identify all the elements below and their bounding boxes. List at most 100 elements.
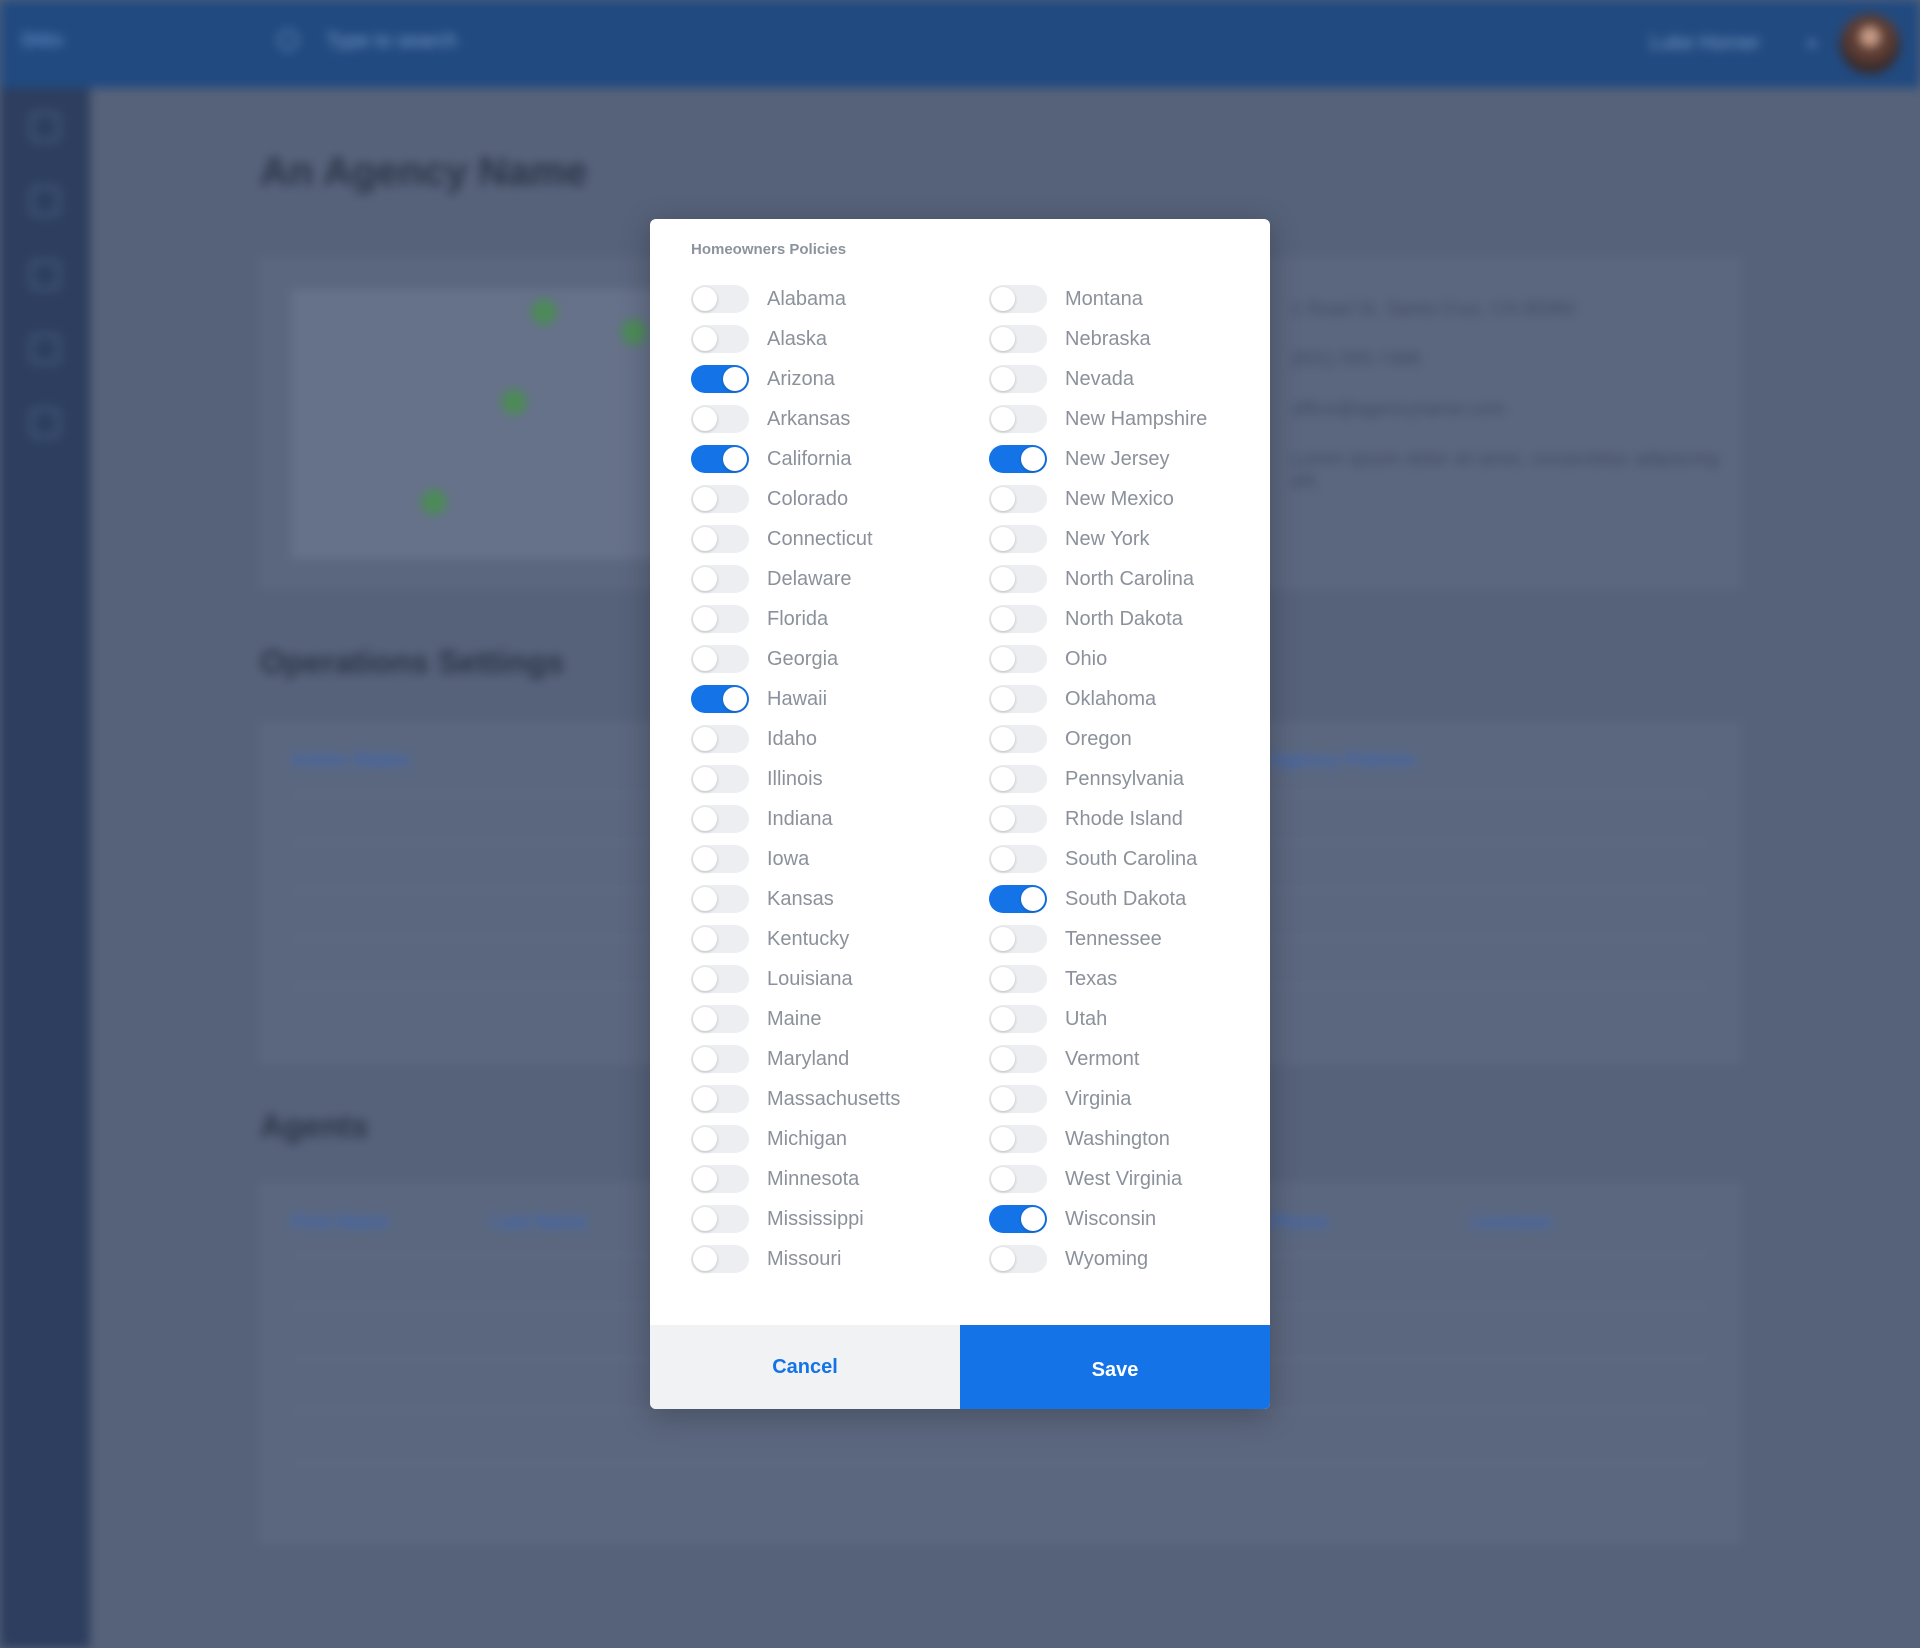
toggle-knob [991, 767, 1015, 791]
toggle-knob [693, 847, 717, 871]
toggle-idaho[interactable] [691, 725, 749, 753]
state-label: Wisconsin [1065, 1207, 1157, 1230]
cancel-button[interactable]: Cancel [650, 1325, 960, 1409]
toggle-virginia[interactable] [989, 1085, 1047, 1113]
state-label: Washington [1065, 1127, 1170, 1150]
state-label: Nebraska [1065, 327, 1151, 350]
toggle-alaska[interactable] [691, 325, 749, 353]
state-label: New Mexico [1065, 487, 1174, 510]
toggle-connecticut[interactable] [691, 525, 749, 553]
toggle-tennessee[interactable] [989, 925, 1047, 953]
toggle-california[interactable] [691, 445, 749, 473]
toggle-kentucky[interactable] [691, 925, 749, 953]
toggle-maryland[interactable] [691, 1045, 749, 1073]
toggle-utah[interactable] [989, 1005, 1047, 1033]
toggle-knob [693, 727, 717, 751]
toggle-oklahoma[interactable] [989, 685, 1047, 713]
toggle-nebraska[interactable] [989, 325, 1047, 353]
toggle-south-carolina[interactable] [989, 845, 1047, 873]
toggle-knob [693, 1087, 717, 1111]
toggle-south-dakota[interactable] [989, 885, 1047, 913]
toggle-knob [693, 927, 717, 951]
toggle-north-carolina[interactable] [989, 565, 1047, 593]
toggle-kansas[interactable] [691, 885, 749, 913]
toggle-knob [991, 1087, 1015, 1111]
toggle-delaware[interactable] [691, 565, 749, 593]
toggle-new-jersey[interactable] [989, 445, 1047, 473]
state-row-montana: Montana [989, 279, 1207, 319]
toggle-knob [991, 607, 1015, 631]
state-row-new-mexico: New Mexico [989, 479, 1207, 519]
state-row-west-virginia: West Virginia [989, 1159, 1207, 1199]
toggle-georgia[interactable] [691, 645, 749, 673]
state-label: Oregon [1065, 727, 1132, 750]
toggle-mississippi[interactable] [691, 1205, 749, 1233]
toggle-minnesota[interactable] [691, 1165, 749, 1193]
toggle-hawaii[interactable] [691, 685, 749, 713]
toggle-illinois[interactable] [691, 765, 749, 793]
state-row-new-hampshire: New Hampshire [989, 399, 1207, 439]
toggle-pennsylvania[interactable] [989, 765, 1047, 793]
state-label: Indiana [767, 807, 833, 830]
state-row-mississippi: Mississippi [691, 1199, 900, 1239]
toggle-arizona[interactable] [691, 365, 749, 393]
toggle-knob [693, 567, 717, 591]
homeowners-policies-modal: Homeowners Policies Alabama Alaska Arizona… [650, 219, 1270, 1409]
toggle-rhode-island[interactable] [989, 805, 1047, 833]
toggle-louisiana[interactable] [691, 965, 749, 993]
toggle-new-mexico[interactable] [989, 485, 1047, 513]
toggle-oregon[interactable] [989, 725, 1047, 753]
toggle-maine[interactable] [691, 1005, 749, 1033]
state-row-connecticut: Connecticut [691, 519, 900, 559]
toggle-missouri[interactable] [691, 1245, 749, 1273]
toggle-knob [693, 1007, 717, 1031]
state-row-new-york: New York [989, 519, 1207, 559]
toggle-wisconsin[interactable] [989, 1205, 1047, 1233]
toggle-alabama[interactable] [691, 285, 749, 313]
state-row-colorado: Colorado [691, 479, 900, 519]
toggle-michigan[interactable] [691, 1125, 749, 1153]
toggle-new-hampshire[interactable] [989, 405, 1047, 433]
state-row-arizona: Arizona [691, 359, 900, 399]
modal-overlay: Homeowners Policies Alabama Alaska Arizona… [0, 0, 1920, 1648]
toggle-nevada[interactable] [989, 365, 1047, 393]
toggle-west-virginia[interactable] [989, 1165, 1047, 1193]
toggle-new-york[interactable] [989, 525, 1047, 553]
toggle-knob [693, 1047, 717, 1071]
toggle-knob [693, 647, 717, 671]
toggle-massachusetts[interactable] [691, 1085, 749, 1113]
toggle-knob [991, 1047, 1015, 1071]
save-button[interactable]: Save [960, 1325, 1270, 1409]
toggle-arkansas[interactable] [691, 405, 749, 433]
state-row-south-carolina: South Carolina [989, 839, 1207, 879]
toggle-colorado[interactable] [691, 485, 749, 513]
toggle-knob [693, 527, 717, 551]
toggle-wyoming[interactable] [989, 1245, 1047, 1273]
toggle-knob [693, 967, 717, 991]
toggle-montana[interactable] [989, 285, 1047, 313]
state-row-rhode-island: Rhode Island [989, 799, 1207, 839]
toggle-knob [693, 287, 717, 311]
toggle-indiana[interactable] [691, 805, 749, 833]
toggle-florida[interactable] [691, 605, 749, 633]
state-row-ohio: Ohio [989, 639, 1207, 679]
state-label: Arizona [767, 367, 835, 390]
toggle-iowa[interactable] [691, 845, 749, 873]
toggle-north-dakota[interactable] [989, 605, 1047, 633]
toggle-washington[interactable] [989, 1125, 1047, 1153]
toggle-texas[interactable] [989, 965, 1047, 993]
state-row-north-carolina: North Carolina [989, 559, 1207, 599]
state-row-washington: Washington [989, 1119, 1207, 1159]
state-row-oklahoma: Oklahoma [989, 679, 1207, 719]
toggle-ohio[interactable] [989, 645, 1047, 673]
state-row-arkansas: Arkansas [691, 399, 900, 439]
state-label: New Jersey [1065, 447, 1170, 470]
toggle-knob [991, 807, 1015, 831]
toggle-knob [693, 327, 717, 351]
state-label: South Carolina [1065, 847, 1198, 870]
state-row-massachusetts: Massachusetts [691, 1079, 900, 1119]
state-row-idaho: Idaho [691, 719, 900, 759]
toggle-vermont[interactable] [989, 1045, 1047, 1073]
toggle-knob [991, 727, 1015, 751]
toggle-knob [723, 367, 747, 391]
